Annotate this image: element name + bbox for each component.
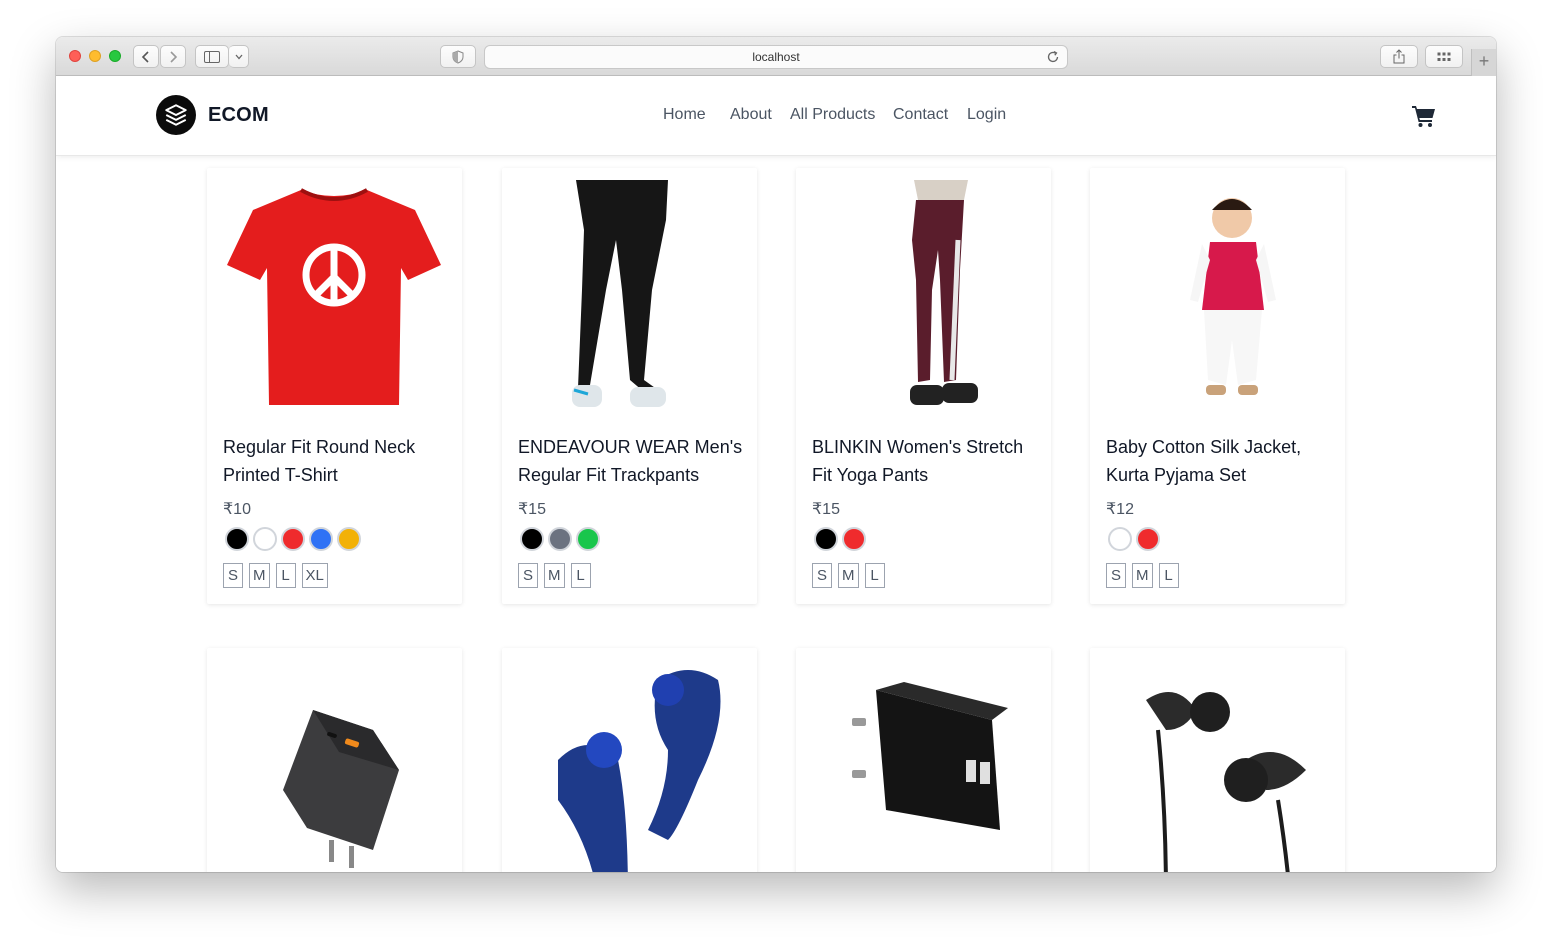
shield-icon <box>452 49 464 64</box>
product-card[interactable] <box>502 648 757 872</box>
product-price: ₹10 <box>223 501 251 518</box>
color-options <box>814 527 866 551</box>
product-title[interactable]: Baby Cotton Silk Jacket, Kurta Pyjama Se… <box>1106 433 1331 489</box>
size-option[interactable]: M <box>249 563 270 588</box>
size-options: S M L <box>1106 563 1179 588</box>
color-options <box>520 527 600 551</box>
product-card[interactable]: Regular Fit Round Neck Printed T-Shirt ₹… <box>207 168 462 604</box>
size-option[interactable]: L <box>570 563 591 588</box>
site-navbar: ECOM Home About All Products Contact Log… <box>56 76 1496 156</box>
close-window-button[interactable] <box>69 50 81 62</box>
color-swatch-white[interactable] <box>253 527 277 551</box>
color-swatch-green[interactable] <box>576 527 600 551</box>
minimize-window-button[interactable] <box>89 50 101 62</box>
nav-link-home[interactable]: Home <box>663 106 706 124</box>
sidebar-menu-button[interactable] <box>229 45 249 68</box>
logo-icon[interactable] <box>156 95 196 135</box>
browser-window: localhost + ECOM Home About All Products… <box>56 37 1496 872</box>
product-card[interactable]: ENDEAVOUR WEAR Men's Regular Fit Trackpa… <box>502 168 757 604</box>
color-swatch-red[interactable] <box>1136 527 1160 551</box>
cart-icon[interactable] <box>1411 104 1437 128</box>
address-bar[interactable]: localhost <box>484 45 1068 69</box>
product-price: ₹15 <box>518 501 546 518</box>
grid-icon <box>1437 52 1451 61</box>
yoga-pants-image <box>910 180 978 405</box>
product-card[interactable]: Baby Cotton Silk Jacket, Kurta Pyjama Se… <box>1090 168 1345 604</box>
color-swatch-blue[interactable] <box>309 527 333 551</box>
color-swatch-black[interactable] <box>225 527 249 551</box>
sidebar-toggle-button[interactable] <box>195 45 229 68</box>
color-options <box>1108 527 1160 551</box>
product-card[interactable]: BLINKIN Women's Stretch Fit Yoga Pants ₹… <box>796 168 1051 604</box>
chevron-right-icon <box>170 50 178 63</box>
size-option[interactable]: M <box>838 563 859 588</box>
size-options: S M L <box>518 563 591 588</box>
privacy-report-button[interactable] <box>440 45 476 68</box>
size-option[interactable]: S <box>1106 563 1126 588</box>
size-option[interactable]: M <box>544 563 565 588</box>
new-tab-button[interactable]: + <box>1471 49 1496 76</box>
share-button[interactable] <box>1380 45 1418 68</box>
color-swatch-red[interactable] <box>281 527 305 551</box>
size-option[interactable]: S <box>223 563 243 588</box>
nav-link-all-products[interactable]: All Products <box>790 106 875 124</box>
page-content: ECOM Home About All Products Contact Log… <box>56 76 1496 872</box>
nav-link-contact[interactable]: Contact <box>893 106 948 124</box>
charger-image <box>283 710 399 868</box>
red-tshirt-image <box>227 188 441 405</box>
url-text: localhost <box>752 50 800 64</box>
color-swatch-black[interactable] <box>520 527 544 551</box>
tab-overview-button[interactable] <box>1425 45 1463 68</box>
zoom-window-button[interactable] <box>109 50 121 62</box>
brand-name[interactable]: ECOM <box>208 104 269 127</box>
reload-icon[interactable] <box>1045 49 1061 65</box>
product-title[interactable]: ENDEAVOUR WEAR Men's Regular Fit Trackpa… <box>518 433 743 489</box>
nav-link-login[interactable]: Login <box>967 106 1006 124</box>
layers-icon <box>165 104 187 126</box>
color-swatch-black[interactable] <box>814 527 838 551</box>
size-option[interactable]: L <box>864 563 885 588</box>
forward-button[interactable] <box>160 45 186 68</box>
size-option[interactable]: S <box>518 563 538 588</box>
ptron-adapter-image <box>852 682 1008 830</box>
product-card[interactable] <box>796 648 1051 872</box>
share-icon <box>1393 49 1405 64</box>
size-option[interactable]: L <box>275 563 296 588</box>
earphones-image <box>1146 692 1306 872</box>
product-card[interactable] <box>1090 648 1345 872</box>
nav-link-about[interactable]: About <box>730 106 772 124</box>
product-title[interactable]: Regular Fit Round Neck Printed T-Shirt <box>223 433 448 489</box>
earbuds-image <box>558 670 721 872</box>
chevron-down-icon <box>235 54 242 59</box>
size-options: S M L <box>812 563 885 588</box>
color-swatch-gray[interactable] <box>548 527 572 551</box>
size-option[interactable]: M <box>1132 563 1153 588</box>
size-option[interactable]: L <box>1158 563 1179 588</box>
color-swatch-white[interactable] <box>1108 527 1132 551</box>
chevron-left-icon <box>141 50 149 63</box>
size-option[interactable]: XL <box>301 563 328 588</box>
size-option[interactable]: S <box>812 563 832 588</box>
product-price: ₹15 <box>812 501 840 518</box>
color-options <box>225 527 361 551</box>
color-swatch-yellow[interactable] <box>337 527 361 551</box>
size-options: S M L XL <box>223 563 328 588</box>
sidebar-icon <box>204 50 220 63</box>
browser-toolbar: localhost + <box>56 37 1496 76</box>
product-price: ₹12 <box>1106 501 1134 518</box>
back-button[interactable] <box>133 45 159 68</box>
black-trackpants-image <box>572 180 668 407</box>
color-swatch-red[interactable] <box>842 527 866 551</box>
baby-kurta-image <box>1190 198 1276 395</box>
product-card[interactable] <box>207 648 462 872</box>
product-title[interactable]: BLINKIN Women's Stretch Fit Yoga Pants <box>812 433 1037 489</box>
